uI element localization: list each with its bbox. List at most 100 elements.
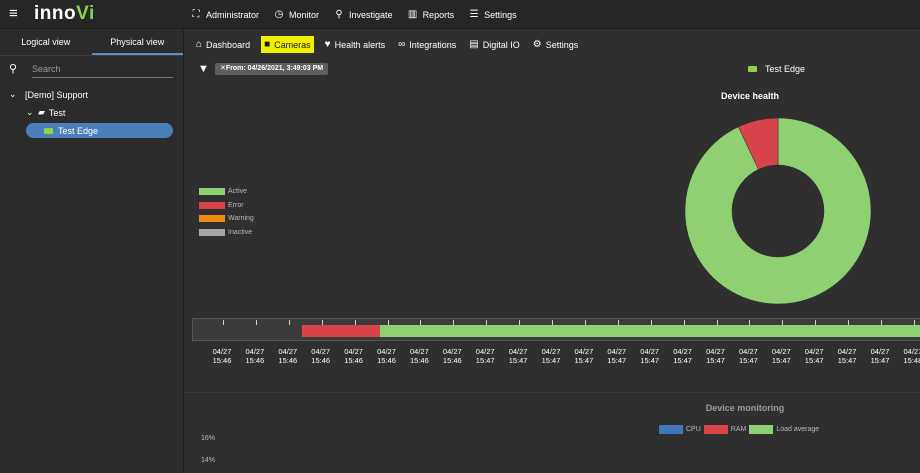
legend-item-ram[interactable]: RAM bbox=[703, 425, 746, 434]
home-icon: ⌂ bbox=[196, 39, 203, 50]
timeline-tick bbox=[683, 320, 685, 325]
legend-item-active[interactable]: Active bbox=[199, 185, 254, 199]
timeline-segment-error[interactable] bbox=[302, 325, 381, 337]
tick-date: 04/27 bbox=[541, 347, 561, 356]
nav-reports[interactable]: ▥ Reports bbox=[407, 9, 455, 20]
timeline-tick bbox=[848, 320, 850, 325]
timeline-tick bbox=[519, 320, 521, 325]
tick-time: 15:46 bbox=[344, 356, 363, 365]
edge-device-icon bbox=[748, 66, 757, 72]
status-timeline bbox=[192, 318, 920, 341]
legend-label: Active bbox=[228, 188, 248, 196]
timeline-tick-label: 04/27 15:46 bbox=[238, 347, 272, 365]
tick-date: 04/27 bbox=[640, 347, 660, 356]
legend-swatch bbox=[199, 228, 225, 236]
tick-date: 04/27 bbox=[377, 347, 396, 356]
subnav-dashboard[interactable]: ⌂ Dashboard bbox=[194, 36, 252, 53]
subnav-settings[interactable]: ⚙ Settings bbox=[531, 36, 581, 53]
filter-icon[interactable]: ▼ bbox=[198, 63, 209, 75]
nav-investigate[interactable]: ⚲ Investigate bbox=[333, 9, 392, 20]
legend-item-warning[interactable]: Warning bbox=[199, 212, 254, 226]
device-health-donut-chart bbox=[684, 117, 872, 305]
device-health-legend: Active Error Warning Inactive bbox=[199, 185, 254, 239]
tick-time: 15:47 bbox=[574, 356, 594, 365]
timeline-tick bbox=[255, 320, 257, 325]
top-bar: ≡ innoVi ⛶ Administrator ◷ Monitor ⚲ Investig… bbox=[0, 0, 920, 29]
search-input[interactable] bbox=[32, 60, 173, 78]
heart-icon: ♥ bbox=[324, 39, 331, 50]
hamburger-menu-icon[interactable]: ≡ bbox=[9, 6, 18, 22]
camera-icon: ■ bbox=[264, 39, 271, 50]
chevron-down-icon[interactable]: ⌄ bbox=[9, 89, 21, 100]
timeline-tick-label: 04/27 15:46 bbox=[271, 347, 305, 365]
tick-time: 15:46 bbox=[311, 356, 331, 365]
tick-time: 15:47 bbox=[541, 356, 561, 365]
timeline-tick-label: 04/27 15:47 bbox=[567, 347, 601, 365]
sliders-icon: ☰ bbox=[469, 9, 479, 20]
tick-date: 04/27 bbox=[607, 347, 627, 356]
timeline-tick-label: 04/27 15:46 bbox=[402, 347, 436, 365]
tick-date: 04/27 bbox=[344, 347, 363, 356]
tick-date: 04/27 bbox=[475, 347, 495, 356]
timeline-segment-active[interactable] bbox=[380, 325, 920, 337]
subnav-label: Digital IO bbox=[482, 39, 520, 50]
subnav-health-alerts[interactable]: ♥ Health alerts bbox=[323, 36, 387, 53]
timeline-tick-label: 04/27 15:47 bbox=[830, 347, 864, 365]
device-health-title: Device health bbox=[720, 91, 780, 101]
legend-item-inactive[interactable]: Inactive bbox=[199, 226, 254, 240]
timeline-tick bbox=[782, 320, 784, 325]
tick-time: 15:47 bbox=[870, 356, 890, 365]
timeline-tick-label: 04/27 15:46 bbox=[370, 347, 404, 365]
timeline-tick bbox=[354, 320, 356, 325]
date-filter-chip[interactable]: ✕From: 04/26/2021, 3:49:03 PM bbox=[215, 63, 329, 75]
sitemap-icon: ⛶ bbox=[192, 9, 200, 20]
tick-time: 15:46 bbox=[212, 356, 232, 365]
subnav-label: Dashboard bbox=[206, 39, 251, 50]
tab-logical-view[interactable]: Logical view bbox=[0, 29, 92, 55]
keyboard-icon: ▤ bbox=[469, 39, 479, 50]
legend-item-cpu[interactable]: CPU bbox=[659, 425, 701, 434]
chevron-down-icon[interactable]: ⌄ bbox=[26, 107, 38, 118]
tick-time: 15:47 bbox=[837, 356, 857, 365]
tick-time: 15:47 bbox=[640, 356, 660, 365]
nav-administrator[interactable]: ⛶ Administrator bbox=[190, 9, 260, 20]
tree-node-test[interactable]: ⌄ ▰ Test bbox=[26, 105, 65, 120]
edge-device-icon bbox=[44, 127, 53, 134]
nav-label: Reports bbox=[422, 9, 455, 20]
timeline-tick-label: 04/27 15:46 bbox=[337, 347, 371, 365]
nav-label: Monitor bbox=[289, 9, 320, 20]
bar-chart-icon: ▥ bbox=[407, 9, 418, 20]
subnav-digital-io[interactable]: ▤ Digital IO bbox=[467, 36, 521, 53]
tick-time: 15:47 bbox=[739, 356, 758, 365]
tick-time: 15:47 bbox=[771, 356, 791, 365]
main-nav: ⛶ Administrator ◷ Monitor ⚲ Investigate ▥ Repor… bbox=[190, 0, 531, 29]
legend-swatch bbox=[749, 425, 774, 434]
tab-physical-view[interactable]: Physical view bbox=[91, 29, 183, 55]
tick-time: 15:47 bbox=[607, 356, 627, 365]
tick-date: 04/27 bbox=[739, 347, 758, 356]
legend-item-error[interactable]: Error bbox=[199, 199, 254, 213]
tree-node-test-edge[interactable]: Test Edge bbox=[26, 123, 173, 138]
legend-item-load-average[interactable]: Load average bbox=[749, 425, 819, 434]
sub-nav: ⌂ Dashboard ■ Cameras ♥ Health alerts ∞ Integra… bbox=[184, 29, 920, 60]
nav-monitor[interactable]: ◷ Monitor bbox=[273, 9, 319, 20]
tick-date: 04/27 bbox=[804, 347, 824, 356]
nav-settings[interactable]: ☰ Settings bbox=[468, 9, 517, 20]
nav-label: Administrator bbox=[206, 9, 260, 20]
tick-date: 04/27 bbox=[410, 347, 429, 356]
timeline-tick bbox=[420, 320, 422, 325]
tick-date: 04/27 bbox=[771, 347, 791, 356]
app-logo[interactable]: innoVi bbox=[34, 4, 95, 24]
timeline-tick-label: 04/27 15:47 bbox=[501, 347, 535, 365]
timeline-tick-label: 04/27 15:46 bbox=[304, 347, 338, 365]
tick-date: 04/27 bbox=[903, 347, 920, 356]
subnav-integrations[interactable]: ∞ Integrations bbox=[396, 36, 458, 53]
tree-node-demo-support[interactable]: ⌄ [Demo] Support bbox=[9, 87, 88, 102]
link-icon: ∞ bbox=[398, 39, 406, 50]
timeline-segment-inactive[interactable] bbox=[193, 325, 302, 337]
legend-label: CPU bbox=[686, 426, 701, 433]
timeline-tick bbox=[486, 320, 488, 325]
tick-time: 15:46 bbox=[245, 356, 265, 365]
subnav-label: Cameras bbox=[274, 39, 311, 50]
subnav-cameras[interactable]: ■ Cameras bbox=[261, 36, 314, 53]
